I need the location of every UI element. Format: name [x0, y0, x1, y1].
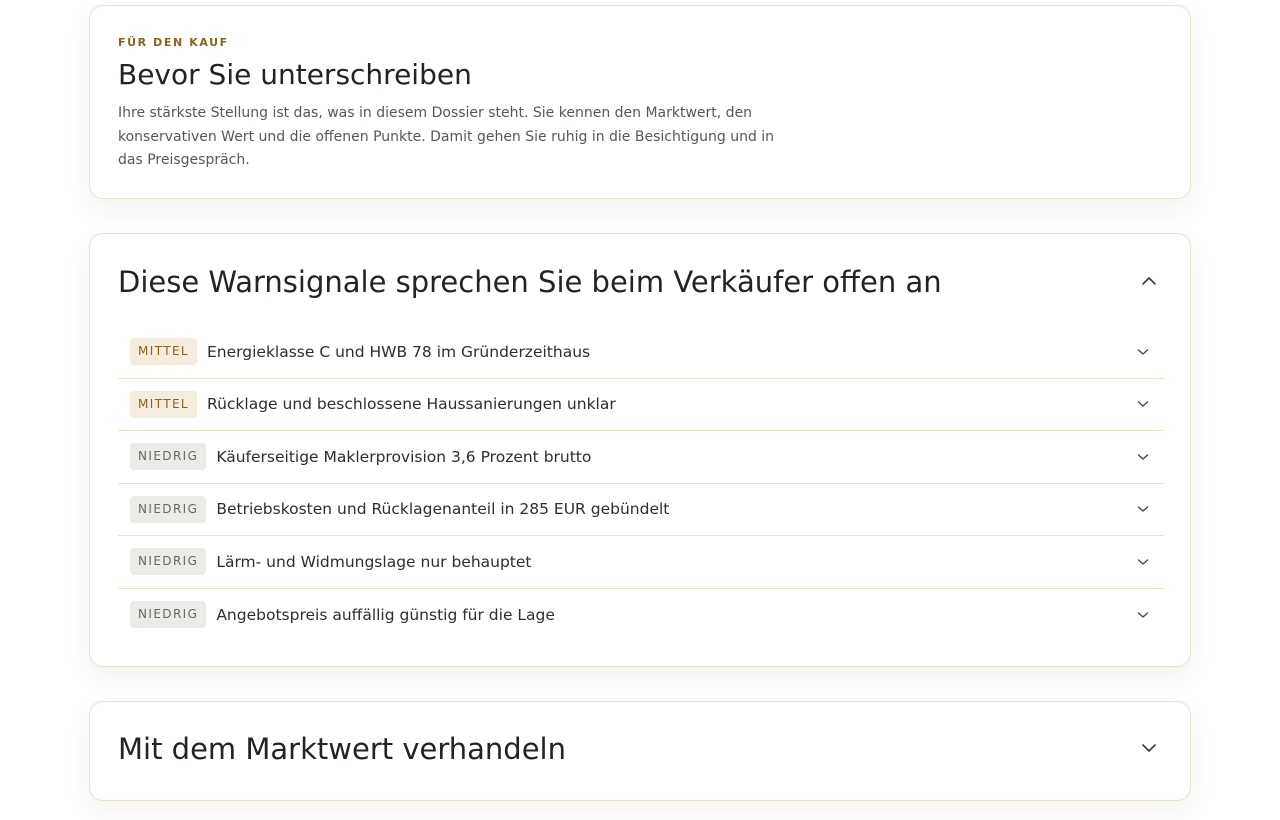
warning-item[interactable]: MITTEL Rücklage und beschlossene Haussan… [118, 379, 1164, 431]
severity-badge: NIEDRIG [130, 443, 207, 471]
severity-badge: MITTEL [130, 338, 198, 366]
warning-label: Lärm- und Widmungslage nur behauptet [216, 552, 532, 571]
severity-badge: MITTEL [130, 390, 198, 418]
warning-item[interactable]: NIEDRIG Angebotspreis auffällig günstig … [118, 589, 1164, 642]
warning-label: Energieklasse C und HWB 78 im Gründerzei… [207, 342, 591, 361]
intro-text: Ihre stärkste Stellung ist das, was in d… [118, 105, 775, 168]
severity-badge: NIEDRIG [130, 495, 207, 523]
intro-card: FÜR DEN KAUF Bevor Sie unterschreiben Ih… [89, 5, 1191, 199]
chevron-down-icon[interactable] [1136, 502, 1150, 516]
intro-title: Bevor Sie unterschreiben [118, 58, 472, 91]
market-accordion: Mit dem Marktwert verhandeln [89, 701, 1191, 801]
chevron-down-icon[interactable] [1136, 345, 1150, 359]
chevron-down-icon[interactable] [1136, 450, 1150, 464]
severity-badge: NIEDRIG [130, 601, 207, 629]
chevron-down-icon[interactable] [1140, 739, 1158, 757]
severity-badge: NIEDRIG [130, 548, 207, 576]
warning-item[interactable]: NIEDRIG Betriebskosten und Rücklagenante… [118, 484, 1164, 536]
chevron-down-icon[interactable] [1136, 397, 1150, 411]
chevron-up-icon[interactable] [1140, 272, 1158, 290]
intro-eyebrow: FÜR DEN KAUF [118, 36, 229, 49]
warning-label: Käuferseitige Maklerprovision 3,6 Prozen… [216, 447, 592, 466]
warning-item[interactable]: NIEDRIG Lärm- und Widmungslage nur behau… [118, 536, 1164, 589]
warning-label: Betriebskosten und Rücklagenanteil in 28… [216, 500, 670, 519]
chevron-down-icon[interactable] [1136, 555, 1150, 569]
warning-item[interactable]: NIEDRIG Käuferseitige Maklerprovision 3,… [118, 431, 1164, 484]
warning-label: Angebotspreis auffällig günstig für die … [216, 605, 555, 624]
warnings-title[interactable]: Diese Warnsignale sprechen Sie beim Verk… [118, 265, 942, 299]
warnings-list: MITTEL Energieklasse C und HWB 78 im Grü… [118, 326, 1164, 641]
market-title[interactable]: Mit dem Marktwert verhandeln [118, 732, 566, 766]
warnings-accordion: Diese Warnsignale sprechen Sie beim Verk… [89, 233, 1191, 667]
chevron-down-icon[interactable] [1136, 608, 1150, 622]
warning-label: Rücklage und beschlossene Haussanierunge… [207, 395, 616, 414]
warning-item[interactable]: MITTEL Energieklasse C und HWB 78 im Grü… [118, 326, 1164, 379]
